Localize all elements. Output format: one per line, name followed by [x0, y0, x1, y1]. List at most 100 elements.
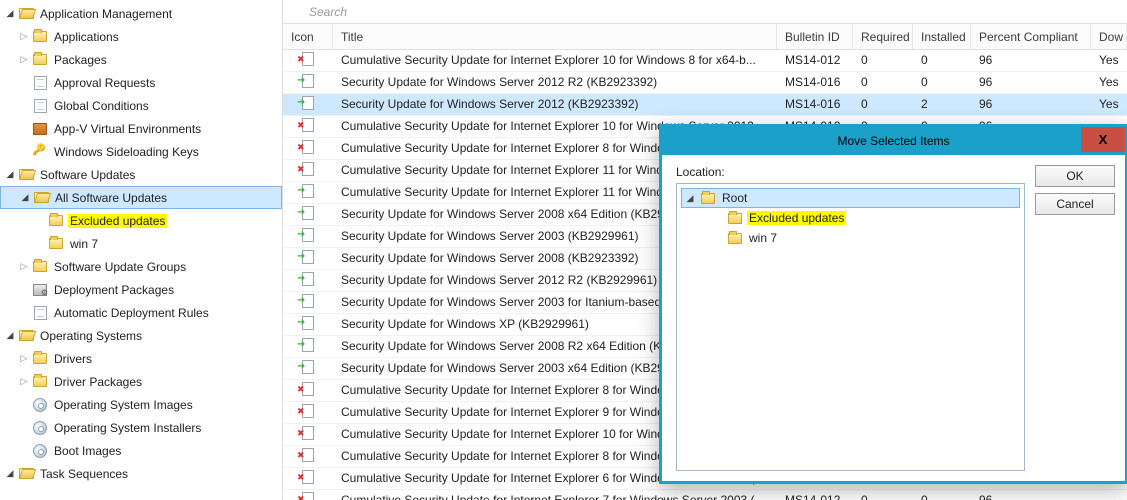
col-title[interactable]: Title — [333, 24, 777, 48]
nav-item[interactable]: App-V Virtual Environments — [0, 117, 282, 140]
disc-icon — [32, 443, 48, 459]
nav-item[interactable]: Deployment Packages — [0, 278, 282, 301]
cell-required: 0 — [853, 75, 913, 89]
nav-label: Excluded updates — [68, 214, 167, 228]
col-bulletin[interactable]: Bulletin ID — [777, 24, 853, 48]
nav-item[interactable]: All Software Updates — [0, 186, 282, 209]
cell-title: Cumulative Security Update for Internet … — [333, 53, 777, 67]
update-icon — [283, 96, 333, 112]
update-icon — [283, 52, 333, 68]
cell-percent: 96 — [971, 493, 1091, 500]
nav-item[interactable]: Boot Images — [0, 439, 282, 462]
update-icon — [283, 228, 333, 244]
expander-icon[interactable] — [18, 422, 30, 434]
disc-icon — [32, 420, 48, 436]
expander-icon[interactable] — [18, 399, 30, 411]
folder-open — [18, 466, 34, 482]
dialog-close-button[interactable]: X — [1081, 127, 1125, 152]
location-item[interactable]: win 7 — [681, 228, 1020, 248]
update-icon — [283, 316, 333, 332]
col-icon[interactable]: Icon — [283, 24, 333, 48]
nav-label: Applications — [52, 30, 121, 44]
nav-item[interactable]: Global Conditions — [0, 94, 282, 117]
nav-item[interactable]: Software Update Groups — [0, 255, 282, 278]
table-row[interactable]: Cumulative Security Update for Internet … — [283, 490, 1127, 500]
cell-bulletin: MS14-016 — [777, 97, 853, 111]
expander-icon[interactable] — [4, 8, 16, 20]
dialog-title-bar[interactable]: Move Selected Items X — [662, 127, 1125, 155]
location-label: win 7 — [747, 231, 779, 245]
cell-bulletin: MS14-016 — [777, 75, 853, 89]
expander-icon[interactable] — [18, 77, 30, 89]
expander-icon[interactable] — [18, 261, 30, 273]
nav-label: Boot Images — [52, 444, 123, 458]
nav-label: Driver Packages — [52, 375, 144, 389]
nav-item[interactable]: Software Updates — [0, 163, 282, 186]
col-downloaded[interactable]: Dow — [1091, 24, 1127, 48]
nav-label: Global Conditions — [52, 99, 151, 113]
col-installed[interactable]: Installed — [913, 24, 971, 48]
expander-icon[interactable] — [18, 307, 30, 319]
nav-label: Task Sequences — [38, 467, 130, 481]
nav-item[interactable]: Operating Systems — [0, 324, 282, 347]
box-icon — [32, 121, 48, 137]
cell-bulletin: MS14-012 — [777, 53, 853, 67]
folder-closed — [32, 52, 48, 68]
nav-item[interactable]: Operating System Images — [0, 393, 282, 416]
update-icon — [283, 118, 333, 134]
nav-label: Deployment Packages — [52, 283, 176, 297]
nav-item[interactable]: Driver Packages — [0, 370, 282, 393]
nav-item[interactable]: Packages — [0, 48, 282, 71]
location-item[interactable]: Excluded updates — [681, 208, 1020, 228]
search-input[interactable]: Search — [283, 0, 1127, 24]
nav-item[interactable]: win 7 — [0, 232, 282, 255]
expander-icon[interactable] — [18, 353, 30, 365]
nav-item[interactable]: Task Sequences — [0, 462, 282, 485]
table-row[interactable]: Security Update for Windows Server 2012 … — [283, 72, 1127, 94]
expander-icon[interactable] — [4, 330, 16, 342]
expander-icon[interactable] — [18, 31, 30, 43]
update-icon — [283, 184, 333, 200]
expander-icon[interactable] — [18, 284, 30, 296]
update-icon — [283, 272, 333, 288]
cell-required: 0 — [853, 493, 913, 500]
expander-icon[interactable] — [684, 192, 696, 204]
expander-icon[interactable] — [18, 123, 30, 135]
table-row[interactable]: Cumulative Security Update for Internet … — [283, 50, 1127, 72]
update-icon — [283, 448, 333, 464]
nav-tree: Application Management Applications Packag… — [0, 0, 283, 500]
cell-required: 0 — [853, 53, 913, 67]
expander-icon[interactable] — [18, 376, 30, 388]
expander-icon[interactable] — [34, 238, 46, 250]
location-tree[interactable]: RootExcluded updates win 7 — [676, 183, 1025, 471]
expander-icon[interactable] — [18, 146, 30, 158]
nav-item[interactable]: Automatic Deployment Rules — [0, 301, 282, 324]
nav-item[interactable]: Applications — [0, 25, 282, 48]
col-required[interactable]: Required — [853, 24, 913, 48]
nav-item[interactable]: Approval Requests — [0, 71, 282, 94]
location-item[interactable]: Root — [681, 188, 1020, 208]
nav-item[interactable]: Operating System Installers — [0, 416, 282, 439]
expander-icon[interactable] — [18, 100, 30, 112]
expander-icon[interactable] — [4, 169, 16, 181]
update-icon — [283, 294, 333, 310]
ok-button[interactable]: OK — [1035, 165, 1115, 187]
expander-icon[interactable] — [18, 54, 30, 66]
nav-item[interactable]: Windows Sideloading Keys — [0, 140, 282, 163]
col-percent[interactable]: Percent Compliant — [971, 24, 1091, 48]
nav-item[interactable]: Application Management — [0, 2, 282, 25]
gear-pkg — [32, 282, 48, 298]
cancel-button[interactable]: Cancel — [1035, 193, 1115, 215]
folder-open — [33, 190, 49, 206]
nav-label: App-V Virtual Environments — [52, 122, 203, 136]
folder-closed — [48, 236, 64, 252]
table-row[interactable]: Security Update for Windows Server 2012 … — [283, 94, 1127, 116]
nav-item[interactable]: Excluded updates — [0, 209, 282, 232]
expander-icon[interactable] — [4, 468, 16, 480]
expander-icon[interactable] — [34, 215, 46, 227]
nav-item[interactable]: Drivers — [0, 347, 282, 370]
expander-icon[interactable] — [19, 192, 31, 204]
update-icon — [283, 250, 333, 266]
cell-required: 0 — [853, 97, 913, 111]
expander-icon[interactable] — [18, 445, 30, 457]
